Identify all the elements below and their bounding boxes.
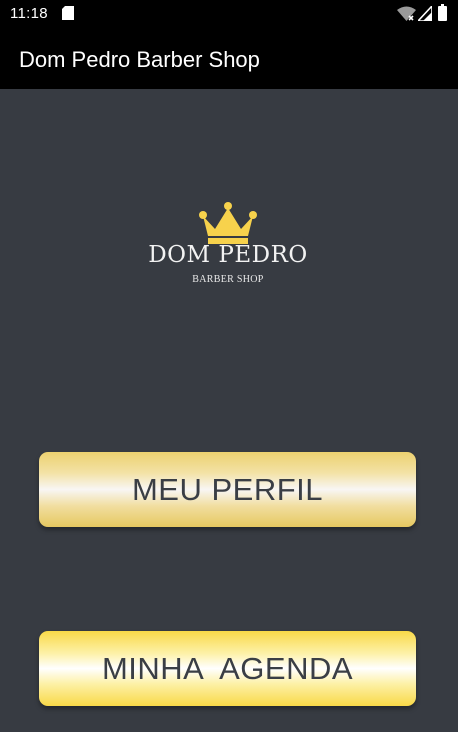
status-time: 11:18 xyxy=(10,5,48,22)
battery-icon xyxy=(438,4,447,21)
signal-icon xyxy=(418,6,432,21)
wifi-icon xyxy=(397,6,416,21)
app-bar: Dom Pedro Barber Shop xyxy=(0,28,458,89)
app-title: Dom Pedro Barber Shop xyxy=(19,47,260,72)
logo-subtitle: BARBER SHOP xyxy=(192,274,264,285)
crown-icon xyxy=(199,202,257,244)
sd-card-icon xyxy=(62,6,74,20)
meu-perfil-button[interactable]: MEU PERFIL xyxy=(39,452,416,527)
status-bar: 11:18 xyxy=(0,0,458,28)
logo: DOM PEDRO BARBER SHOP xyxy=(130,196,326,292)
logo-name: DOM PEDRO xyxy=(148,242,308,268)
minha-agenda-button[interactable]: MINHA AGENDA xyxy=(39,631,416,706)
